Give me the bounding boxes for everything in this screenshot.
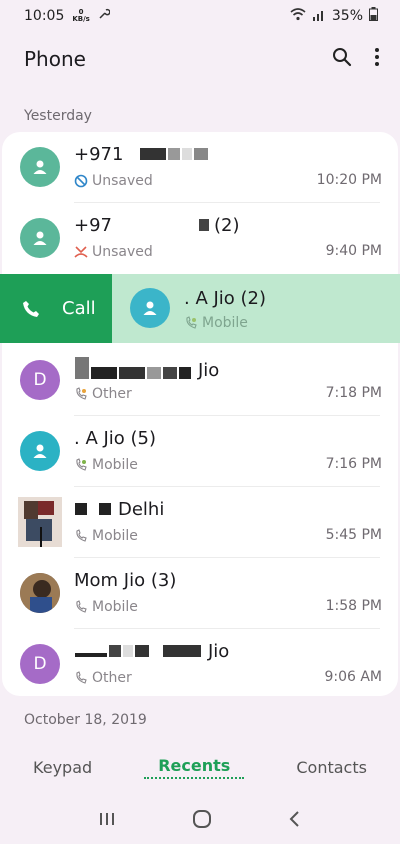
call-time: 7:18 PM (325, 385, 382, 401)
battery-icon (369, 7, 378, 25)
contact-name: +971 (74, 144, 209, 165)
contact-name: +97 (2) (74, 215, 240, 236)
swiped-row-content: . A Jio (2) Mobile (112, 274, 400, 343)
avatar: D (20, 360, 60, 400)
avatar: D (20, 644, 60, 684)
call-type: Other (92, 386, 132, 402)
call-log-card: +971 Unsaved 10:20 PM +97 (2) Unsaved 9:… (2, 132, 398, 696)
contact-name: . A Jio (5) (74, 428, 157, 449)
call-time: 1:58 PM (325, 598, 382, 614)
call-type: Unsaved (92, 244, 153, 260)
call-type: Mobile (92, 457, 138, 473)
call-type: Other (92, 670, 132, 686)
tab-recents[interactable]: Recents (144, 756, 245, 779)
status-bar: 10:05 0 KB/s 35% (0, 0, 400, 32)
call-type: Mobile (92, 599, 138, 615)
person-icon (33, 444, 47, 458)
avatar-photo (20, 573, 60, 613)
person-icon (33, 160, 47, 174)
contact-name: Jio (74, 357, 219, 384)
wifi-icon (290, 7, 306, 25)
avatar (130, 288, 170, 328)
missed-call-icon (74, 246, 88, 258)
call-time: 7:16 PM (325, 456, 382, 472)
call-type: Mobile (202, 315, 248, 331)
avatar (20, 147, 60, 187)
swiped-call-log-item[interactable]: Call . A Jio (2) Mobile (0, 274, 400, 343)
call-icon (76, 600, 87, 613)
contact-name: . A Jio (2) (184, 288, 267, 309)
phone-icon (23, 300, 39, 317)
call-icon (76, 529, 87, 542)
battery-percent: 35% (331, 8, 363, 24)
signal-icon (312, 8, 326, 25)
redacted-block (74, 641, 202, 662)
incoming-call-icon (76, 387, 87, 400)
contact-name: Mom Jio (3) (74, 570, 177, 591)
person-icon (33, 231, 47, 245)
search-icon[interactable] (332, 47, 352, 71)
status-time: 10:05 (24, 8, 65, 24)
tab-contacts[interactable]: Contacts (282, 758, 381, 777)
avatar-photo (18, 497, 62, 547)
wrench-icon (98, 8, 111, 24)
call-time: 9:40 PM (325, 243, 382, 259)
app-bar: Phone (0, 32, 400, 86)
call-log-item[interactable]: . A Jio (5) Mobile 7:16 PM (2, 416, 398, 487)
call-time: 10:20 PM (316, 172, 382, 188)
contact-name: Delhi (74, 499, 164, 520)
bottom-tab-bar: Keypad Recents Contacts (0, 744, 400, 790)
call-log-item[interactable]: D Jio Other 9:06 AM (2, 629, 398, 696)
swipe-call-label: Call (62, 298, 96, 319)
redacted-block (74, 357, 192, 384)
back-icon[interactable] (288, 810, 302, 832)
redacted-block (139, 144, 209, 165)
incoming-call-icon (76, 671, 87, 684)
call-log-item[interactable]: +971 Unsaved 10:20 PM (2, 132, 398, 203)
call-type: Mobile (92, 528, 138, 544)
person-icon (143, 301, 157, 315)
contact-name: Jio (74, 641, 229, 662)
redacted-block (74, 499, 112, 520)
tab-keypad[interactable]: Keypad (19, 758, 106, 777)
outgoing-call-icon (76, 458, 87, 471)
call-icon (186, 316, 197, 329)
home-icon[interactable] (192, 809, 212, 833)
call-log-item[interactable]: +97 (2) Unsaved 9:40 PM (2, 203, 398, 274)
call-time: 9:06 AM (324, 669, 382, 685)
call-type: Unsaved (92, 173, 153, 189)
network-speed: 0 KB/s (72, 8, 90, 23)
call-log-item[interactable]: Delhi Mobile 5:45 PM (2, 487, 398, 558)
section-label-yesterday: Yesterday (24, 108, 92, 124)
section-label-older: October 18, 2019 (24, 712, 147, 728)
call-time: 5:45 PM (325, 527, 382, 543)
blocked-icon (74, 174, 88, 188)
page-title: Phone (24, 47, 86, 71)
call-log-item[interactable]: D Jio Other 7:18 PM (2, 345, 398, 416)
call-log-item[interactable]: Mom Jio (3) Mobile 1:58 PM (2, 558, 398, 629)
swipe-call-button[interactable]: Call (0, 274, 112, 343)
more-options-icon[interactable] (374, 47, 380, 71)
recent-apps-icon[interactable] (98, 811, 116, 831)
redacted-block (198, 215, 210, 236)
avatar (20, 431, 60, 471)
system-navigation-bar (0, 798, 400, 844)
avatar (20, 218, 60, 258)
